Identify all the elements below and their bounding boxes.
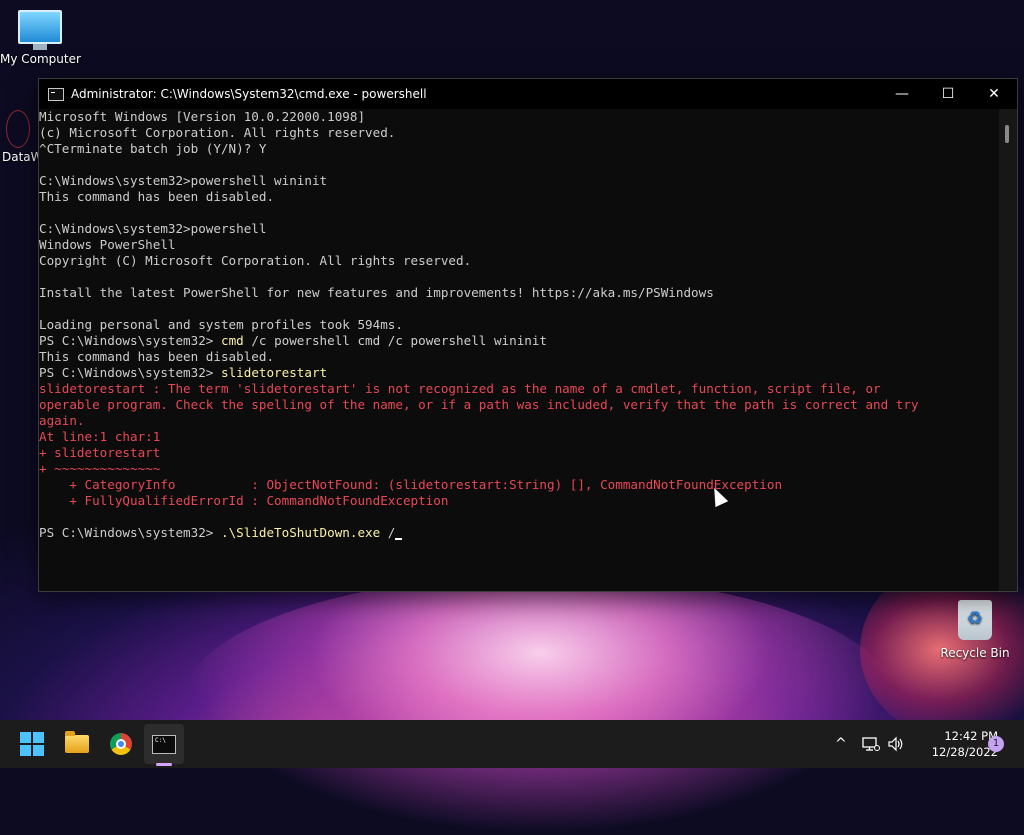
cmd-app-icon: [48, 87, 64, 101]
terminal-button[interactable]: [144, 724, 184, 764]
clock[interactable]: 12:42 PM 12/28/2022: [914, 728, 998, 760]
console-line: operable program. Check the spelling of …: [39, 397, 919, 412]
taskbar: ^ 12:42 PM 12/28/2022: [0, 720, 1024, 768]
window-titlebar[interactable]: Administrator: C:\Windows\System32\cmd.e…: [39, 79, 1017, 109]
volume-button[interactable]: [887, 720, 905, 768]
console-line: + ~~~~~~~~~~~~~~: [39, 461, 161, 476]
console-line: C:\Windows\system32>powershell: [39, 221, 267, 236]
speaker-icon: [888, 736, 903, 752]
close-button[interactable]: ✕: [971, 79, 1017, 109]
console-line: C:\Windows\system32>powershell wininit: [39, 173, 328, 188]
window-title: Administrator: C:\Windows\System32\cmd.e…: [71, 87, 427, 101]
console-command: cmd: [220, 333, 244, 348]
maximize-button[interactable]: ☐: [925, 79, 971, 109]
text-cursor: [395, 538, 403, 540]
console-args: /: [380, 525, 396, 540]
console-line: slidetorestart : The term 'slidetorestar…: [39, 381, 881, 396]
console-line: Windows PowerShell: [39, 237, 176, 252]
terminal-icon: [152, 734, 176, 754]
console-command: slidetorestart: [220, 365, 328, 380]
start-button[interactable]: [12, 724, 52, 764]
console-args: /c powershell cmd /c powershell wininit: [243, 333, 548, 348]
chevron-up-icon: ^: [835, 736, 847, 752]
console-line: Loading personal and system profiles too…: [39, 317, 403, 332]
network-button[interactable]: [862, 720, 880, 768]
file-explorer-button[interactable]: [57, 724, 97, 764]
console-line: + FullyQualifiedErrorId : CommandNotFoun…: [39, 493, 449, 508]
clock-date: 12/28/2022: [931, 745, 998, 759]
console-command: .\SlideToShutDown.exe: [220, 525, 381, 540]
desktop-icon-recycle-bin[interactable]: Recycle Bin: [935, 600, 1015, 660]
desktop-icon-label: Recycle Bin: [940, 646, 1010, 660]
console-line: This command has been disabled.: [39, 349, 275, 364]
console-scrollbar[interactable]: [999, 109, 1017, 591]
file-explorer-icon: [65, 731, 89, 753]
active-app-indicator: [156, 763, 172, 766]
chrome-icon: [110, 733, 132, 755]
console-line: PS C:\Windows\system32> slidetorestart: [39, 365, 999, 381]
console-line: + slidetorestart: [39, 445, 161, 460]
tray-overflow-button[interactable]: ^: [835, 720, 847, 768]
console-line: Copyright (C) Microsoft Corporation. All…: [39, 253, 472, 268]
console-output[interactable]: Microsoft Windows [Version 10.0.22000.10…: [39, 109, 999, 591]
desktop-icon-dataw[interactable]: DataW: [0, 110, 43, 164]
console-line: This command has been disabled.: [39, 189, 275, 204]
minimize-button[interactable]: —: [879, 79, 925, 109]
network-icon: [862, 737, 880, 751]
monitor-icon: [18, 10, 62, 44]
desktop-icon-my-computer[interactable]: My Computer: [0, 10, 81, 66]
console-line: Install the latest PowerShell for new fe…: [39, 285, 714, 300]
app-shortcut-icon: [6, 110, 30, 148]
recycle-bin-icon: [958, 600, 992, 640]
console-line: At line:1 char:1: [39, 429, 161, 444]
desktop-icon-label: DataW: [2, 150, 43, 164]
console-prompt: PS C:\Windows\system32>: [39, 365, 221, 380]
console-line: ^CTerminate batch job (Y/N)? Y: [39, 141, 267, 156]
console-line: again.: [39, 413, 85, 428]
console-line: PS C:\Windows\system32> cmd /c powershel…: [39, 333, 999, 349]
console-line: Microsoft Windows [Version 10.0.22000.10…: [39, 109, 366, 124]
console-line: PS C:\Windows\system32> .\SlideToShutDow…: [39, 525, 999, 541]
console-prompt: PS C:\Windows\system32>: [39, 525, 221, 540]
chrome-button[interactable]: [101, 724, 141, 764]
wallpaper-bloom: [180, 575, 900, 835]
start-icon: [20, 732, 44, 756]
console-window[interactable]: Administrator: C:\Windows\System32\cmd.e…: [38, 78, 1018, 592]
scrollbar-thumb[interactable]: [1005, 125, 1009, 143]
console-line: + CategoryInfo : ObjectNotFound: (slidet…: [39, 477, 783, 492]
clock-time: 12:42 PM: [944, 729, 998, 743]
console-prompt: PS C:\Windows\system32>: [39, 333, 221, 348]
notification-badge[interactable]: 1: [988, 736, 1004, 752]
console-line: (c) Microsoft Corporation. All rights re…: [39, 125, 396, 140]
desktop-icon-label: My Computer: [0, 52, 81, 66]
